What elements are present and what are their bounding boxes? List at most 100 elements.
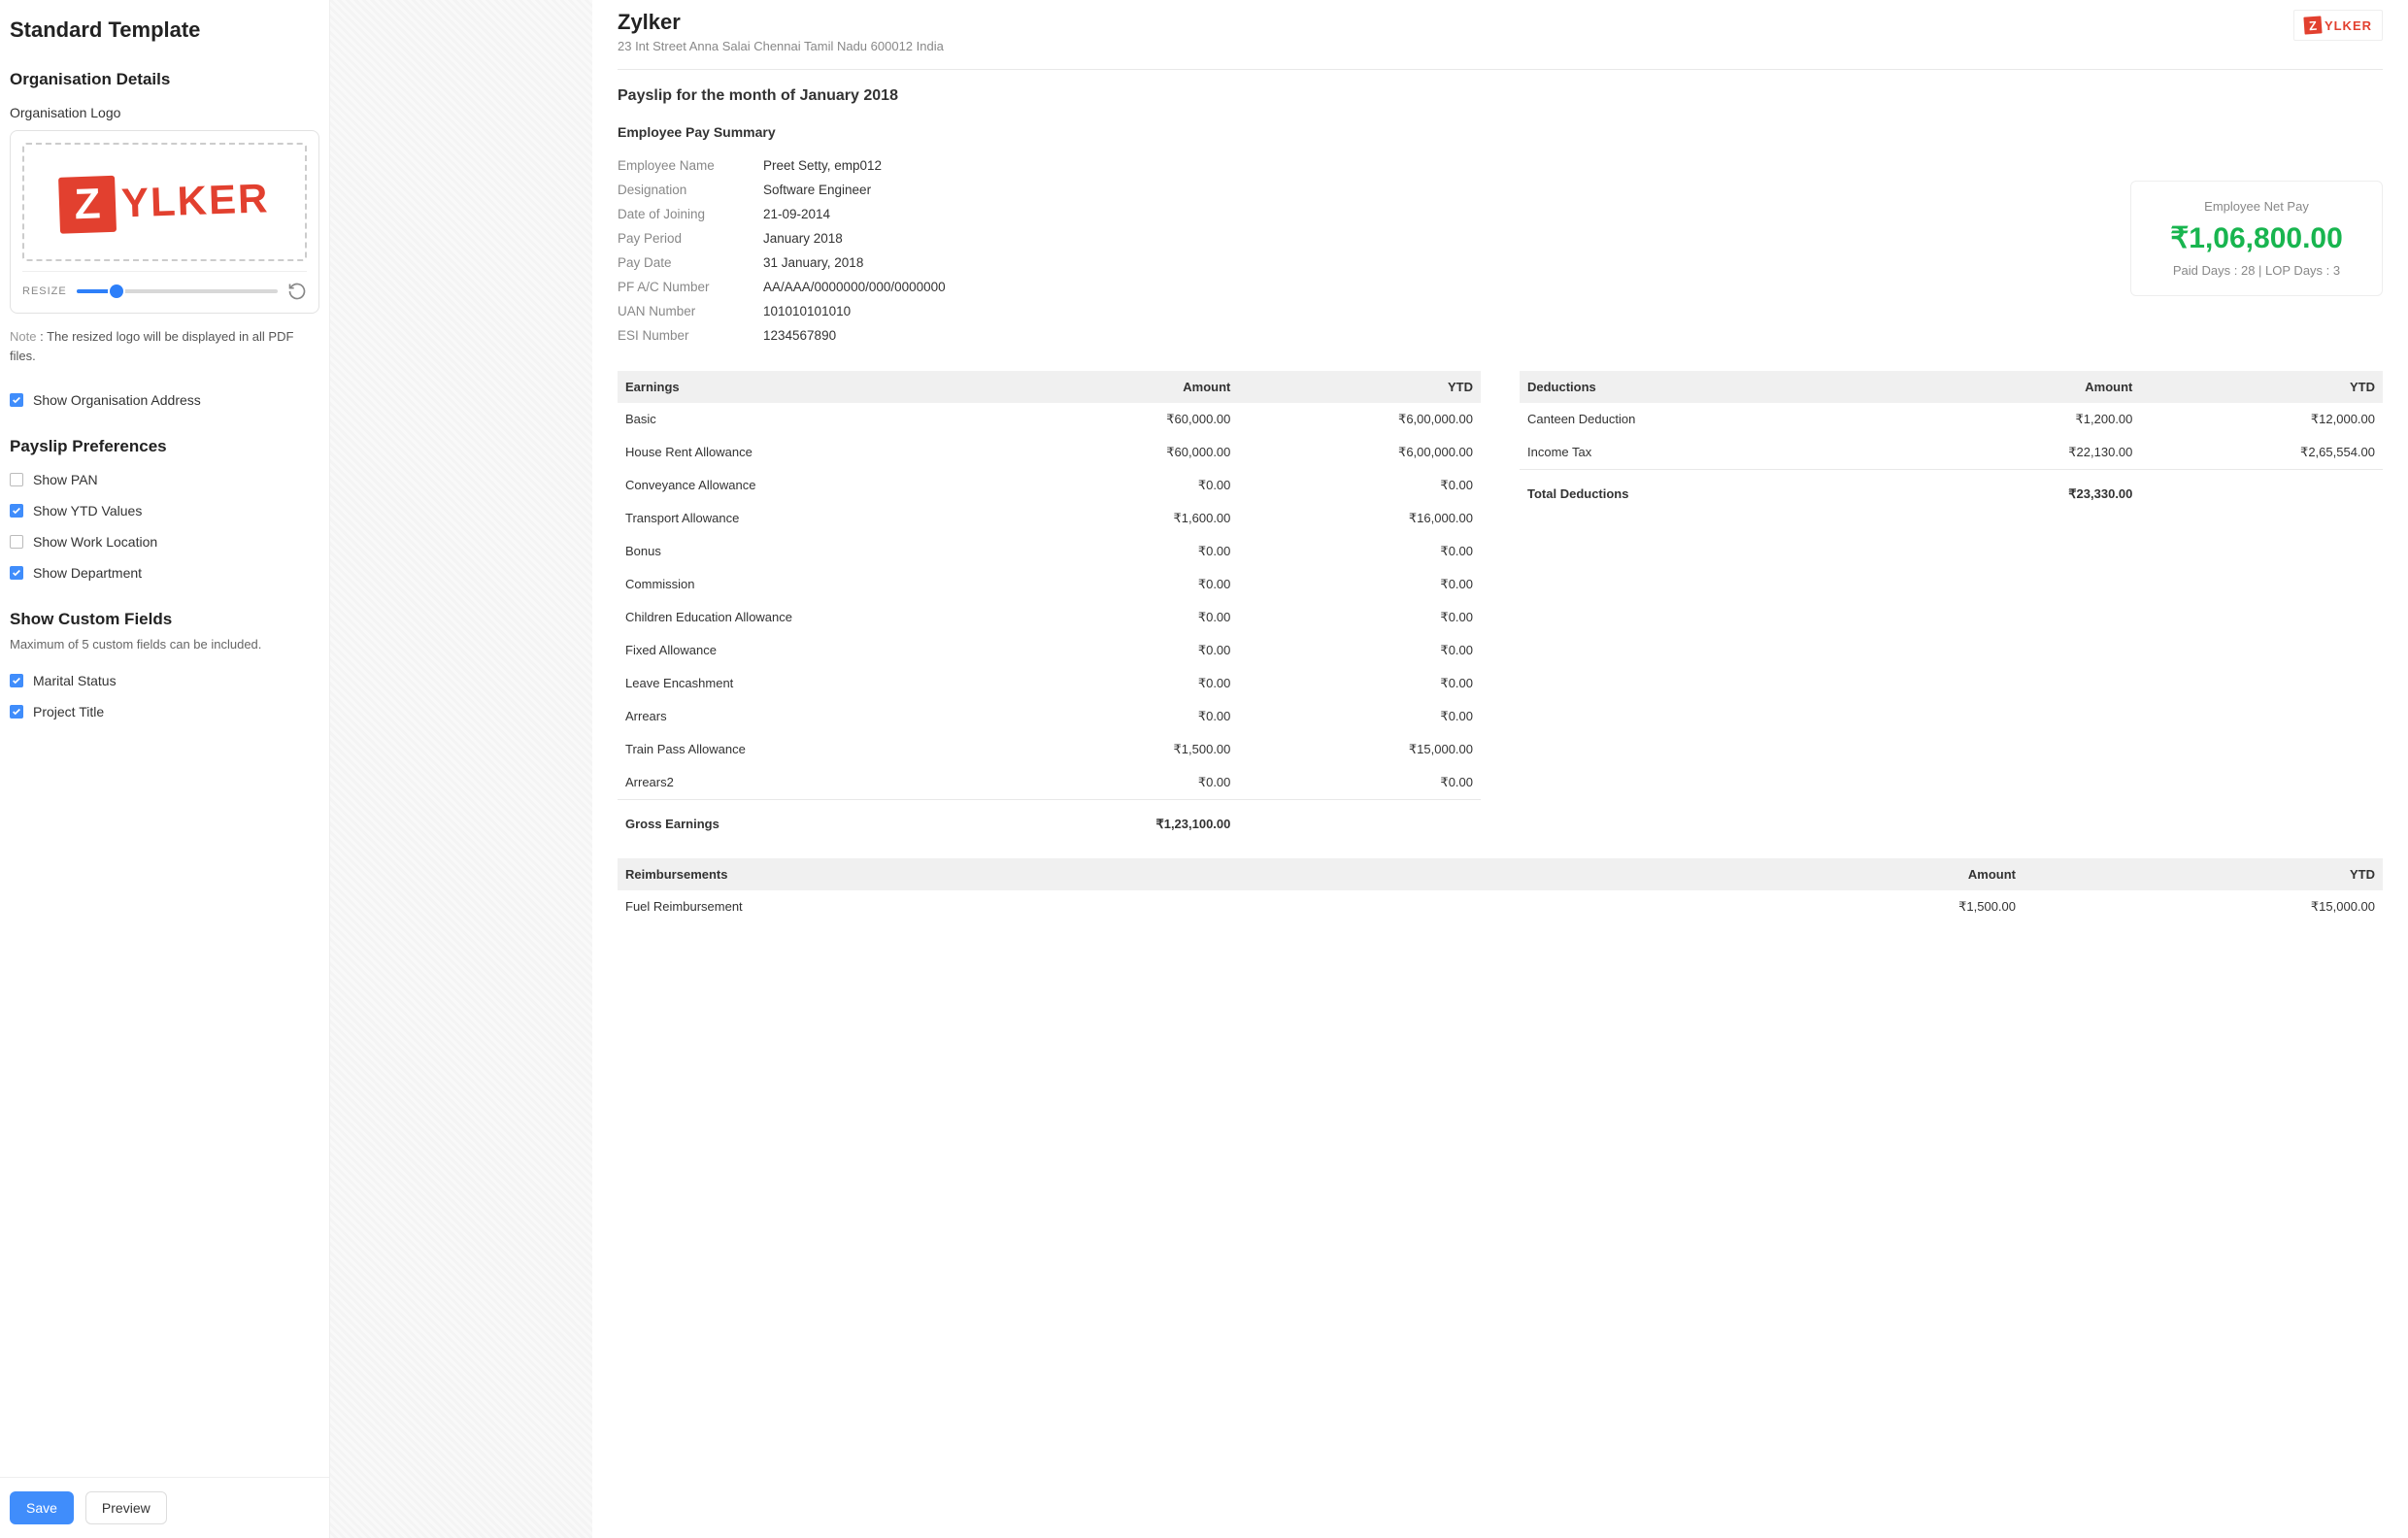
row-ytd: ₹0.00 — [1238, 766, 1481, 799]
org-name: Zylker — [618, 10, 944, 35]
amount-header: Amount — [1664, 858, 2023, 890]
table-row: House Rent Allowance₹60,000.00₹6,00,000.… — [618, 436, 1481, 469]
row-ytd: ₹0.00 — [1238, 601, 1481, 634]
row-amount: ₹0.00 — [996, 568, 1239, 601]
table-row: Transport Allowance₹1,600.00₹16,000.00 — [618, 502, 1481, 535]
summary-row: Date of Joining21-09-2014 — [618, 202, 2072, 226]
reimbursements-header: Reimbursements — [618, 858, 1664, 890]
summary-value: AA/AAA/0000000/000/0000000 — [763, 280, 946, 294]
table-row: Income Tax₹22,130.00₹2,65,554.00 — [1520, 436, 2383, 469]
row-ytd: ₹0.00 — [1238, 667, 1481, 700]
row-name: Leave Encashment — [618, 667, 996, 700]
row-name: Canteen Deduction — [1520, 403, 1898, 436]
checkbox-checked-icon — [10, 393, 23, 407]
row-name: Children Education Allowance — [618, 601, 996, 634]
summary-title: Employee Pay Summary — [618, 124, 2383, 140]
custom-fields-heading: Show Custom Fields — [10, 610, 319, 629]
project-title-checkbox[interactable]: Project Title — [10, 704, 319, 719]
amount-header: Amount — [1898, 371, 2141, 403]
row-name: Basic — [618, 403, 996, 436]
table-row: Commission₹0.00₹0.00 — [618, 568, 1481, 601]
checkbox-checked-icon — [10, 566, 23, 580]
checkbox-icon — [10, 535, 23, 549]
row-ytd: ₹0.00 — [1238, 535, 1481, 568]
row-name: Fuel Reimbursement — [618, 890, 1664, 923]
net-pay-label: Employee Net Pay — [2170, 199, 2343, 214]
row-amount: ₹60,000.00 — [996, 436, 1239, 469]
row-amount: ₹1,600.00 — [996, 502, 1239, 535]
row-name: Transport Allowance — [618, 502, 996, 535]
total-deductions-label: Total Deductions — [1520, 478, 1898, 511]
payslip-preview: Zylker 23 Int Street Anna Salai Chennai … — [592, 0, 2408, 1538]
summary-row: Pay Date31 January, 2018 — [618, 251, 2072, 275]
ytd-header: YTD — [2023, 858, 2383, 890]
row-amount: ₹0.00 — [996, 700, 1239, 733]
checkbox-checked-icon — [10, 504, 23, 518]
table-row: Conveyance Allowance₹0.00₹0.00 — [618, 469, 1481, 502]
zylker-logo: Z YLKER — [58, 170, 270, 234]
row-ytd: ₹0.00 — [1238, 568, 1481, 601]
zylker-z-icon: Z — [58, 176, 117, 234]
summary-value: 31 January, 2018 — [763, 255, 863, 270]
reset-icon[interactable] — [287, 282, 307, 301]
slider-thumb[interactable] — [110, 284, 123, 298]
table-row: Leave Encashment₹0.00₹0.00 — [618, 667, 1481, 700]
table-row: Bonus₹0.00₹0.00 — [618, 535, 1481, 568]
show-work-location-checkbox[interactable]: Show Work Location — [10, 534, 319, 550]
summary-key: Pay Period — [618, 231, 763, 246]
payslip-prefs-heading: Payslip Preferences — [10, 437, 319, 456]
show-pan-checkbox[interactable]: Show PAN — [10, 472, 319, 487]
table-row: Canteen Deduction₹1,200.00₹12,000.00 — [1520, 403, 2383, 436]
show-department-checkbox[interactable]: Show Department — [10, 565, 319, 581]
row-amount: ₹60,000.00 — [996, 403, 1239, 436]
row-ytd: ₹6,00,000.00 — [1238, 403, 1481, 436]
checkbox-checked-icon — [10, 674, 23, 687]
row-amount: ₹0.00 — [996, 766, 1239, 799]
settings-sidebar: Standard Template Organisation Details O… — [0, 0, 330, 1538]
row-ytd: ₹0.00 — [1238, 634, 1481, 667]
summary-key: Employee Name — [618, 158, 763, 173]
row-amount: ₹1,500.00 — [996, 733, 1239, 766]
summary-row: DesignationSoftware Engineer — [618, 178, 2072, 202]
resize-note: Note : The resized logo will be displaye… — [10, 327, 319, 365]
summary-value: Software Engineer — [763, 183, 871, 197]
summary-row: Pay PeriodJanuary 2018 — [618, 226, 2072, 251]
row-name: Income Tax — [1520, 436, 1898, 469]
show-ytd-checkbox[interactable]: Show YTD Values — [10, 503, 319, 518]
checkbox-icon — [10, 473, 23, 486]
row-ytd: ₹0.00 — [1238, 700, 1481, 733]
total-deductions-amount: ₹23,330.00 — [1898, 478, 2141, 511]
summary-value: 1234567890 — [763, 328, 836, 343]
earnings-header: Earnings — [618, 371, 996, 403]
row-ytd: ₹2,65,554.00 — [2140, 436, 2383, 469]
summary-key: Pay Date — [618, 255, 763, 270]
gross-earnings-amount: ₹1,23,100.00 — [996, 808, 1239, 841]
earnings-table: Earnings Amount YTD Basic₹60,000.00₹6,00… — [618, 371, 1481, 841]
table-row: Basic₹60,000.00₹6,00,000.00 — [618, 403, 1481, 436]
row-ytd: ₹12,000.00 — [2140, 403, 2383, 436]
table-row: Arrears2₹0.00₹0.00 — [618, 766, 1481, 799]
row-amount: ₹1,500.00 — [1664, 890, 2023, 923]
logo-dropzone[interactable]: Z YLKER — [22, 143, 307, 261]
divider-pattern — [330, 0, 592, 1538]
row-amount: ₹0.00 — [996, 667, 1239, 700]
logo-upload-box[interactable]: Z YLKER RESIZE — [10, 130, 319, 314]
row-name: Commission — [618, 568, 996, 601]
resize-slider[interactable] — [77, 289, 278, 293]
org-details-heading: Organisation Details — [10, 70, 319, 89]
summary-value: January 2018 — [763, 231, 843, 246]
table-row: Train Pass Allowance₹1,500.00₹15,000.00 — [618, 733, 1481, 766]
show-org-address-checkbox[interactable]: Show Organisation Address — [10, 392, 319, 408]
preview-button[interactable]: Preview — [85, 1491, 167, 1524]
row-ytd: ₹0.00 — [1238, 469, 1481, 502]
org-address: 23 Int Street Anna Salai Chennai Tamil N… — [618, 39, 944, 53]
save-button[interactable]: Save — [10, 1491, 74, 1524]
summary-row: Employee NamePreet Setty, emp012 — [618, 153, 2072, 178]
table-row: Arrears₹0.00₹0.00 — [618, 700, 1481, 733]
amount-header: Amount — [996, 371, 1239, 403]
row-name: House Rent Allowance — [618, 436, 996, 469]
marital-status-checkbox[interactable]: Marital Status — [10, 673, 319, 688]
payslip-title: Payslip for the month of January 2018 — [618, 87, 2383, 105]
deductions-table: Deductions Amount YTD Canteen Deduction₹… — [1520, 371, 2383, 841]
net-pay-days: Paid Days : 28 | LOP Days : 3 — [2170, 263, 2343, 278]
